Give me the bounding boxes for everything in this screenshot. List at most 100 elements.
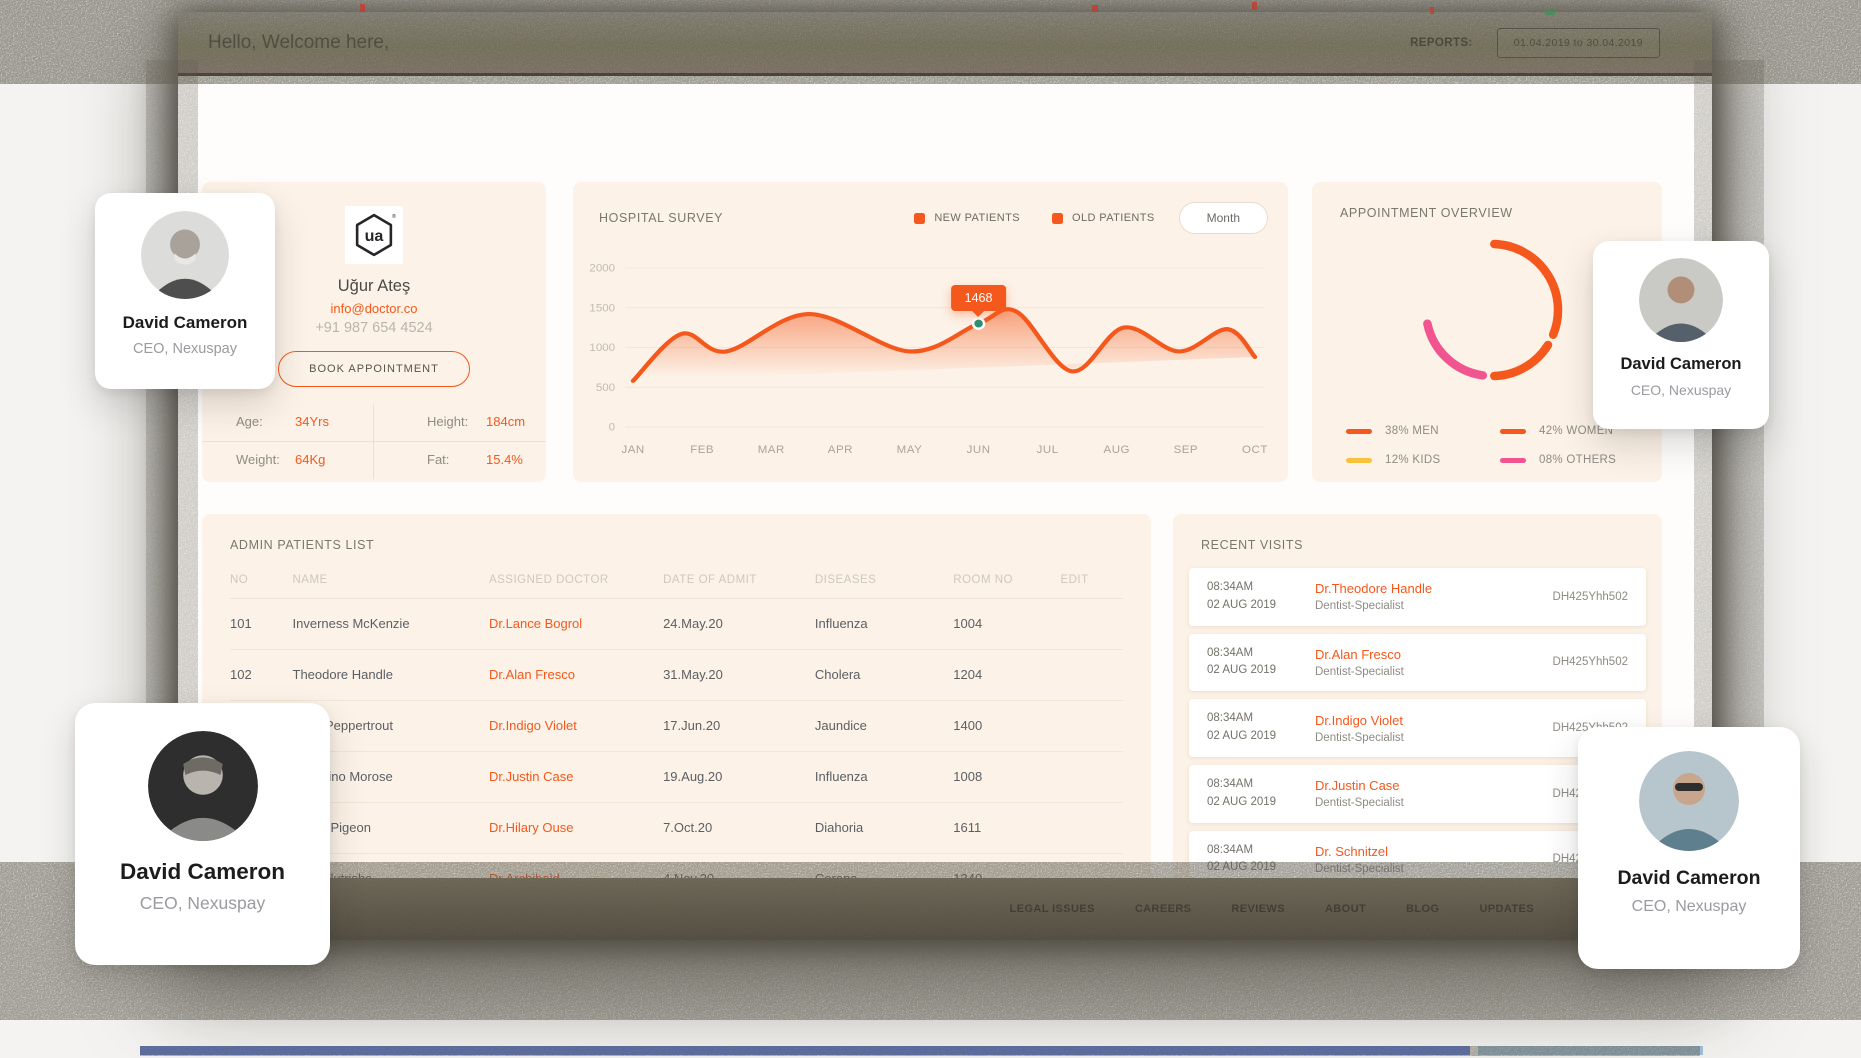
cell-doctor-link[interactable]: Dr.Alan Fresco bbox=[488, 649, 664, 701]
visit-doctor-link[interactable]: Dr.Theodore Handle bbox=[1315, 581, 1553, 596]
legend-label: 08% OTHERS bbox=[1539, 454, 1617, 466]
visit-specialty: Dentist-Specialist bbox=[1315, 731, 1404, 744]
stat-label: Age: bbox=[236, 414, 263, 429]
donut-arc bbox=[1490, 340, 1553, 381]
stat-value: 184cm bbox=[486, 414, 526, 429]
dashboard-window: Hello, Welcome here, REPORTS: 01.04.2019… bbox=[178, 12, 1712, 940]
cell-disease: Diahoria bbox=[814, 802, 954, 854]
table-row[interactable]: 103 Niles Peppertrout Dr.Indigo Violet 1… bbox=[230, 700, 1123, 752]
cell-edit[interactable] bbox=[1060, 649, 1123, 701]
cell-edit[interactable] bbox=[1060, 700, 1123, 752]
hexagon-logo-icon: ua ® bbox=[355, 213, 396, 257]
stat-label: Weight: bbox=[236, 452, 280, 467]
cell-room: 1008 bbox=[953, 751, 1061, 803]
column-header: ASSIGNED DOCTOR bbox=[488, 566, 664, 599]
y-axis-label: 2000 bbox=[589, 263, 615, 275]
footer-link[interactable]: CAREERS bbox=[1135, 903, 1192, 915]
column-header: ROOM NO bbox=[953, 566, 1061, 599]
table-row[interactable]: 102 Theodore Handle Dr.Alan Fresco 31.Ma… bbox=[230, 649, 1123, 701]
footer-link[interactable]: ABOUT bbox=[1325, 903, 1366, 915]
stat-value: 15.4% bbox=[486, 452, 523, 467]
cell-date: 24.May.20 bbox=[663, 598, 815, 650]
date-range-picker[interactable]: 01.04.2019 to 30.04.2019 bbox=[1496, 27, 1660, 58]
testimonial-name: David Cameron bbox=[1620, 355, 1742, 373]
cell-doctor-link[interactable]: Dr.Justin Case bbox=[488, 751, 664, 803]
stat-cell: Height: 184cm bbox=[374, 404, 546, 442]
visit-time: 08:34AM bbox=[1207, 843, 1254, 856]
legend-swatch-icon bbox=[914, 212, 926, 224]
column-header: DATE OF ADMIT bbox=[663, 566, 815, 599]
legend-item: 38% MEN bbox=[1346, 425, 1500, 437]
cell-edit[interactable] bbox=[1060, 598, 1123, 650]
x-axis-label: SEP bbox=[1174, 444, 1199, 456]
cell-disease: Cholera bbox=[814, 649, 954, 701]
testimonial-card: David Cameron CEO, Nexuspay bbox=[1578, 727, 1800, 969]
visit-specialty: Dentist-Specialist bbox=[1315, 862, 1404, 875]
legend-label: OLD PATIENTS bbox=[1072, 212, 1155, 224]
legend-label: 38% MEN bbox=[1385, 425, 1439, 437]
cell-doctor-link[interactable]: Dr.Hilary Ouse bbox=[488, 802, 664, 854]
cell-no: 101 bbox=[230, 598, 293, 650]
greeting-text: Hello, Welcome here, bbox=[208, 31, 390, 53]
table-header-row: NO NAME ASSIGNED DOCTOR DATE OF ADMIT DISEAS… bbox=[230, 566, 1123, 599]
visit-date: 02 AUG 2019 bbox=[1207, 861, 1277, 874]
testimonial-card: David Cameron CEO, Nexuspay bbox=[75, 703, 330, 965]
avatar bbox=[1639, 258, 1723, 342]
legend-label: NEW PATIENTS bbox=[934, 212, 1020, 224]
content-area: ua ® Uğur Ateş info@doctor.co +91 987 65… bbox=[178, 79, 1712, 906]
cell-date: 7.Oct.20 bbox=[663, 802, 815, 854]
column-header: NAME bbox=[292, 566, 489, 599]
visit-doctor-link[interactable]: Dr.Indigo Violet bbox=[1315, 713, 1553, 728]
footer-link[interactable]: REVIEWS bbox=[1231, 903, 1285, 915]
legend-label: 12% KIDS bbox=[1385, 454, 1441, 466]
cell-room: 1400 bbox=[953, 700, 1061, 752]
x-axis-label: JAN bbox=[621, 444, 644, 456]
visit-doctor-block: Dr.Theodore Handle Dentist-Specialist bbox=[1315, 581, 1553, 612]
testimonial-name: David Cameron bbox=[122, 313, 248, 332]
visit-doctor-link[interactable]: Dr.Alan Fresco bbox=[1315, 647, 1553, 662]
testimonial-role: CEO, Nexuspay bbox=[133, 341, 237, 357]
visit-doctor-block: Dr.Justin Case Dentist-Specialist bbox=[1315, 778, 1553, 809]
cell-date: 19.Aug.20 bbox=[663, 751, 815, 803]
cell-disease: Influenza bbox=[814, 598, 954, 650]
cell-doctor-link[interactable]: Dr.Lance Bogrol bbox=[488, 598, 664, 650]
chart-tooltip: 1468 bbox=[950, 284, 1007, 311]
survey-legend: NEW PATIENTS OLD PATIENTS bbox=[914, 212, 1154, 224]
book-appointment-button[interactable]: BOOK APPOINTMENT bbox=[278, 351, 470, 387]
legend-item: OLD PATIENTS bbox=[1052, 212, 1155, 224]
visit-specialty: Dentist-Specialist bbox=[1315, 665, 1404, 678]
legend-item: NEW PATIENTS bbox=[914, 212, 1020, 224]
visit-when: 08:34AM 02 AUG 2019 bbox=[1207, 842, 1315, 878]
visit-row[interactable]: 08:34AM 02 AUG 2019 Dr.Theodore Handle D… bbox=[1189, 568, 1646, 626]
top-bar: Hello, Welcome here, REPORTS: 01.04.2019… bbox=[178, 12, 1712, 76]
line-chart-svg: 0 500 1000 1500 2000 JAN FEB MAR APR MAY JUN JUL AUG… bbox=[589, 263, 1267, 456]
cell-edit[interactable] bbox=[1060, 802, 1123, 854]
table-row[interactable]: 105 Pigeon Dr.Hilary Ouse 7.Oct.20 Diaho… bbox=[230, 802, 1123, 854]
visit-doctor-link[interactable]: Dr.Justin Case bbox=[1315, 778, 1553, 793]
cell-disease: Jaundice bbox=[814, 700, 954, 752]
clinic-logo: ua ® bbox=[345, 206, 403, 264]
table-row[interactable]: 101 Inverness McKenzie Dr.Lance Bogrol 2… bbox=[230, 598, 1123, 650]
x-axis-label: FEB bbox=[690, 444, 714, 456]
footer-links: LEGAL ISSUES CAREERS REVIEWS ABOUT BLOG UPDAT… bbox=[1010, 903, 1534, 915]
topbar-right: REPORTS: 01.04.2019 to 30.04.2019 bbox=[1410, 27, 1660, 58]
donut-arc bbox=[1490, 239, 1563, 339]
visit-id: DH425Yhh502 bbox=[1552, 656, 1628, 669]
legend-dash-icon bbox=[1500, 457, 1526, 463]
footer-link[interactable]: UPDATES bbox=[1479, 903, 1534, 915]
patients-title: ADMIN PATIENTS LIST bbox=[230, 538, 375, 552]
visit-row[interactable]: 08:34AM 02 AUG 2019 Dr.Alan Fresco Denti… bbox=[1189, 633, 1646, 692]
cell-doctor-link[interactable]: Dr.Indigo Violet bbox=[488, 700, 664, 752]
visit-doctor-link[interactable]: Dr. Schnitzel bbox=[1315, 844, 1553, 859]
page: { "header": { "greeting": "Hello, Welcom… bbox=[0, 0, 1861, 1058]
footer-link[interactable]: BLOG bbox=[1406, 903, 1439, 915]
visit-when: 08:34AM 02 AUG 2019 bbox=[1207, 710, 1315, 746]
footer-link[interactable]: LEGAL ISSUES bbox=[1010, 903, 1095, 915]
visit-time: 08:34AM bbox=[1207, 581, 1254, 593]
survey-header: HOSPITAL SURVEY NEW PATIENTS OLD PATIENT… bbox=[573, 182, 1288, 234]
period-dropdown[interactable]: Month bbox=[1178, 202, 1268, 234]
stat-value: 34Yrs bbox=[295, 414, 329, 429]
cell-edit[interactable] bbox=[1060, 751, 1123, 803]
table-row[interactable]: 104 Valentino Morose Dr.Justin Case 19.A… bbox=[230, 751, 1123, 803]
x-axis-label: MAY bbox=[897, 444, 923, 456]
